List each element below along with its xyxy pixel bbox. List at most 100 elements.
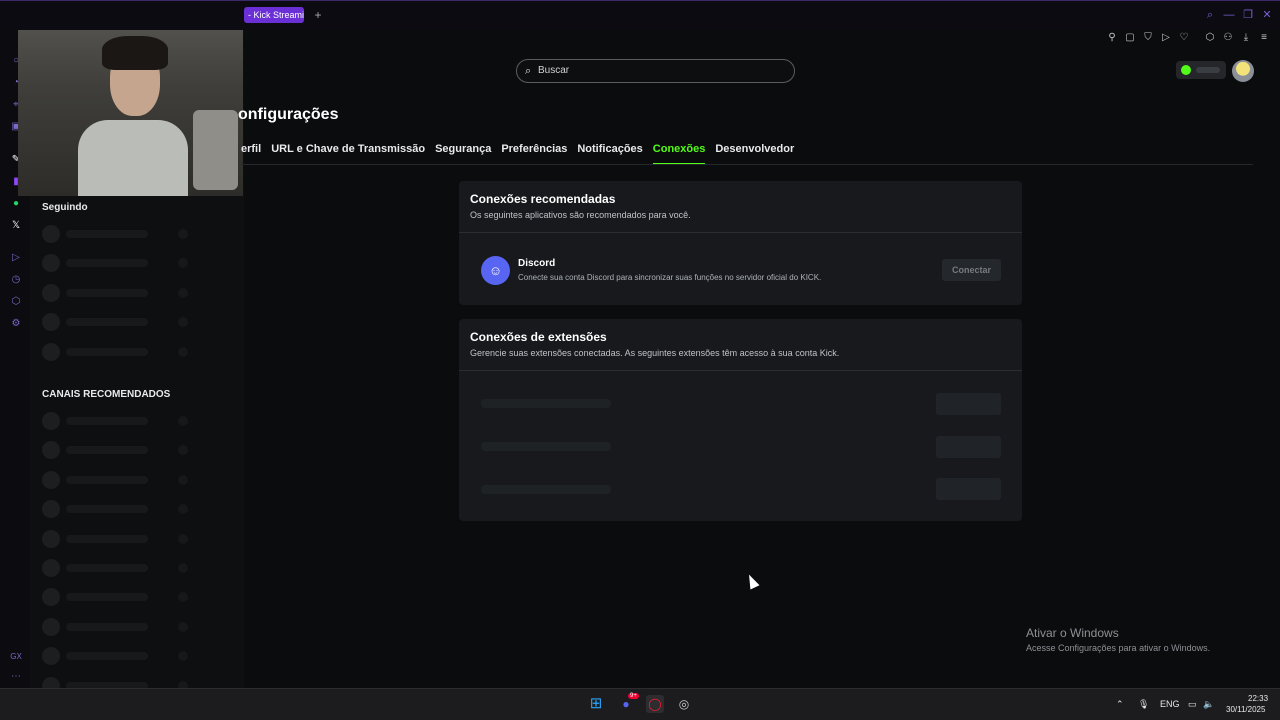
tab-developer[interactable]: Desenvolvedor	[715, 143, 794, 165]
channel-name-skeleton	[66, 593, 148, 602]
heart-icon[interactable]: ♡	[1178, 32, 1190, 44]
close-icon[interactable]: ✕	[1259, 7, 1275, 23]
connect-discord-button[interactable]: Conectar	[942, 259, 1001, 281]
network-icon[interactable]: ▭	[1188, 699, 1197, 710]
channel-name-skeleton	[66, 446, 148, 455]
channel-avatar-skeleton	[42, 283, 60, 302]
windows-start-icon[interactable]: ⊞	[587, 695, 605, 713]
channel-name-skeleton	[66, 347, 148, 356]
volume-icon[interactable]: 🔈	[1203, 699, 1214, 710]
person-hair	[102, 36, 168, 70]
channel-name-skeleton	[66, 288, 148, 297]
discord-icon: ☺	[481, 256, 510, 285]
extension-skeleton-button	[936, 436, 1001, 458]
profile-icon[interactable]: ⚇	[1222, 32, 1234, 44]
tab-profile[interactable]: erfil	[241, 143, 261, 165]
channel-viewers-skeleton	[178, 621, 188, 632]
opera-gx-taskbar-icon[interactable]: ◯	[646, 695, 664, 713]
channel-viewers-skeleton	[178, 346, 188, 357]
channel-viewers-skeleton	[178, 416, 188, 426]
extension-connections-subtitle: Gerencie suas extensões conectadas. As s…	[470, 348, 840, 358]
channel-avatar-skeleton	[42, 470, 60, 489]
settings-icon[interactable]: ⚙	[9, 317, 23, 331]
channel-avatar-skeleton	[42, 559, 60, 577]
snapshot-icon[interactable]: ▢	[1124, 32, 1136, 44]
channel-avatar-skeleton	[42, 412, 60, 430]
tab-security[interactable]: Segurança	[435, 143, 491, 165]
extension-skeleton-line	[481, 442, 611, 451]
extension-skeleton-button	[936, 393, 1001, 415]
clock-date[interactable]: 30/11/2025	[1226, 705, 1265, 714]
restore-icon[interactable]: ❐	[1240, 7, 1256, 23]
tab-preferences[interactable]: Preferências	[501, 143, 567, 165]
more-icon[interactable]: ⋯	[9, 670, 23, 684]
clock-time[interactable]: 22:33	[1248, 694, 1268, 703]
extension-skeleton-line	[481, 485, 611, 494]
tab-notifications[interactable]: Notificações	[577, 143, 642, 165]
channel-name-skeleton	[66, 417, 148, 425]
gx-icon[interactable]: GX	[9, 650, 23, 664]
tray-chevron-icon[interactable]: ⌃	[1116, 699, 1124, 710]
channel-name-skeleton	[66, 230, 148, 238]
page-title: onfigurações	[238, 106, 339, 123]
minimize-icon[interactable]: —	[1221, 7, 1237, 23]
search-input[interactable]: ⌕ Buscar	[516, 59, 795, 83]
channel-name-skeleton	[66, 505, 148, 514]
search-placeholder: Buscar	[538, 65, 570, 76]
chair	[193, 110, 238, 190]
channel-viewers-skeleton	[178, 533, 188, 544]
tab-connections[interactable]: Conexões	[652, 143, 706, 165]
play-icon[interactable]: ▷	[1160, 32, 1172, 44]
extension-connections-title: Conexões de extensões	[470, 330, 607, 344]
mouse-cursor	[744, 572, 760, 590]
channel-name-skeleton	[66, 259, 148, 268]
extension-skeleton-button	[936, 478, 1001, 500]
channel-name-skeleton	[66, 475, 148, 484]
online-status-icon	[1181, 65, 1191, 75]
tab-stream-key[interactable]: URL e Chave de Transmissão	[271, 143, 425, 165]
new-tab-button[interactable]: +	[311, 7, 325, 23]
status-bar	[1196, 67, 1220, 73]
channel-avatar-skeleton	[42, 617, 60, 636]
microphone-icon[interactable]: 🎙	[1138, 699, 1149, 710]
shield-icon[interactable]: ⛉	[1142, 32, 1154, 44]
channel-viewers-skeleton	[178, 563, 188, 573]
channel-name-skeleton	[66, 534, 148, 543]
language-indicator[interactable]: ENG	[1160, 699, 1180, 709]
extensions-icon[interactable]: ⬡	[9, 295, 23, 309]
browser-titlebar	[0, 0, 1280, 30]
channel-avatar-skeleton	[42, 529, 60, 548]
channel-viewers-skeleton	[178, 229, 188, 239]
x-icon[interactable]: 𝕏	[9, 219, 23, 233]
following-heading: Seguindo	[42, 202, 88, 213]
settings-tabs: erfil URL e Chave de Transmissão Seguran…	[241, 143, 794, 165]
menu-icon[interactable]: ≡	[1258, 32, 1270, 44]
channel-avatar-skeleton	[42, 342, 60, 361]
recommended-connections-subtitle: Os seguintes aplicativos são recomendado…	[470, 210, 691, 220]
channel-viewers-skeleton	[178, 474, 188, 485]
pin-icon[interactable]: ⚲	[1106, 32, 1118, 44]
status-toggle[interactable]	[1176, 61, 1226, 79]
history-icon[interactable]: ◷	[9, 273, 23, 287]
browser-tab-active[interactable]: - Kick Streami	[244, 7, 304, 23]
windows-activation-subtitle: Acesse Configurações para ativar o Windo…	[1026, 643, 1211, 653]
player-icon[interactable]: ▷	[9, 251, 23, 265]
user-avatar[interactable]	[1232, 60, 1254, 82]
recommended-channels-heading: CANAIS RECOMENDADOS	[42, 389, 171, 400]
discord-name: Discord	[518, 258, 556, 269]
search-icon: ⌕	[525, 65, 532, 77]
download-icon[interactable]: ⤓	[1240, 32, 1252, 44]
channel-name-skeleton	[66, 564, 148, 572]
channel-name-skeleton	[66, 622, 148, 631]
extensions-puzzle-icon[interactable]: ⬡	[1204, 32, 1216, 44]
whatsapp-icon[interactable]: ●	[9, 197, 23, 211]
obs-taskbar-icon[interactable]: ◎	[675, 695, 693, 713]
channel-name-skeleton	[66, 652, 148, 661]
channel-name-skeleton	[66, 318, 148, 327]
recommended-connections-title: Conexões recomendadas	[470, 192, 616, 206]
notification-badge: 9+	[628, 693, 639, 699]
windows-taskbar	[0, 688, 1280, 720]
card-divider	[459, 370, 1022, 371]
search-tabs-icon[interactable]: ⌕	[1202, 7, 1218, 23]
extension-skeleton-line	[481, 399, 611, 408]
